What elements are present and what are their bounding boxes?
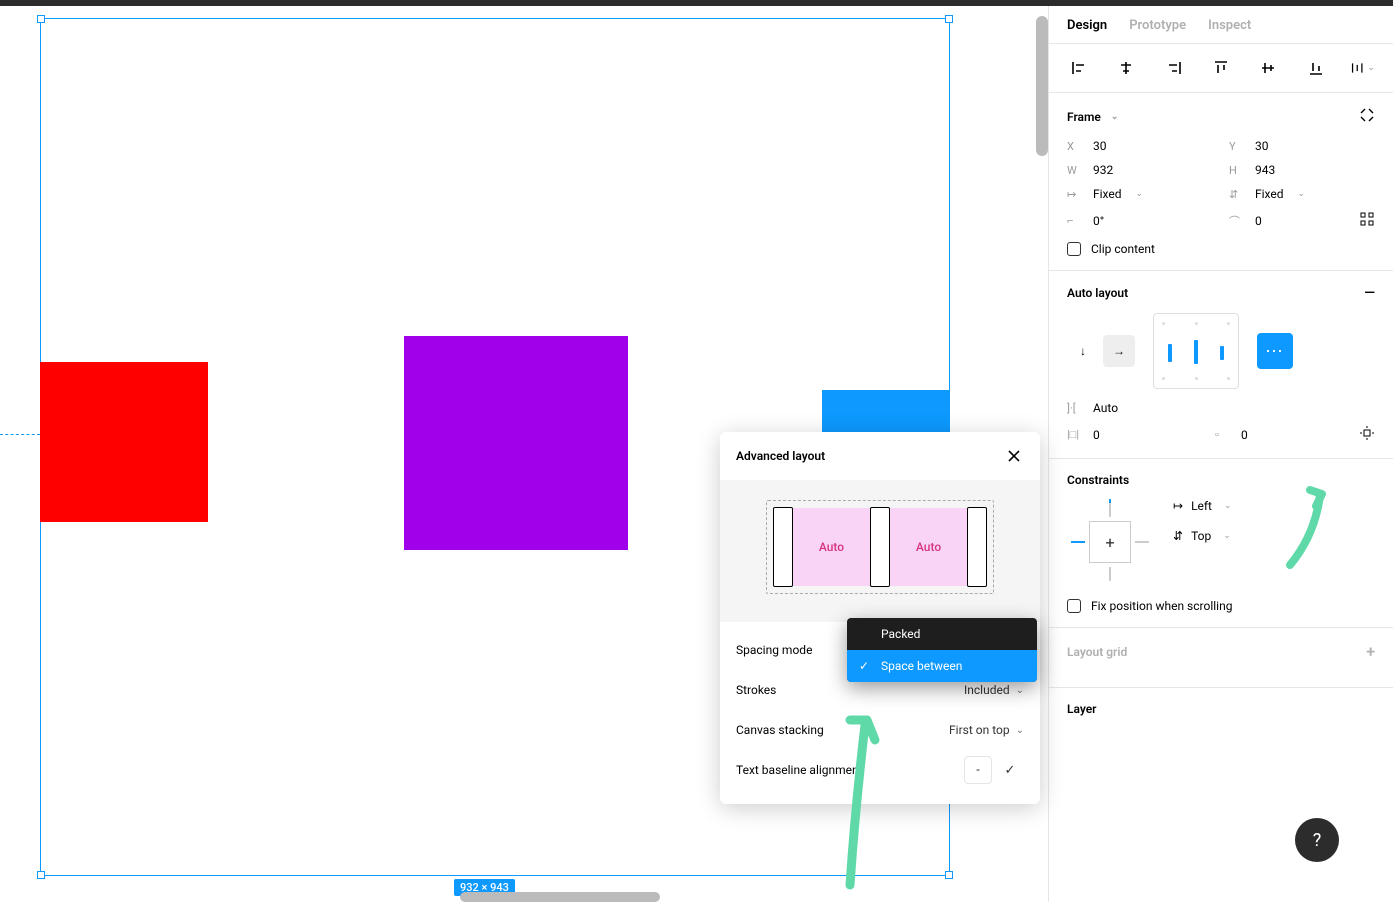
clip-content-row[interactable]: Clip content xyxy=(1067,242,1375,256)
padding-v-icon: ▫ xyxy=(1215,428,1231,441)
align-right-icon[interactable] xyxy=(1162,56,1186,80)
y-field[interactable]: Y30 xyxy=(1229,139,1375,153)
angle-icon: ⌐ xyxy=(1067,214,1083,227)
horizontal-icon: ↦ xyxy=(1173,499,1183,513)
preview-item xyxy=(773,507,793,587)
fix-position-label: Fix position when scrolling xyxy=(1091,599,1232,613)
close-icon[interactable] xyxy=(1004,446,1024,466)
canvas-scrollbar-h[interactable] xyxy=(460,892,660,902)
layer-title: Layer xyxy=(1067,702,1097,716)
radius-field[interactable]: ⌒0 xyxy=(1229,211,1375,230)
padding-v-field[interactable]: ▫0 xyxy=(1215,428,1315,442)
spacing-mode-label: Spacing mode xyxy=(736,643,812,657)
clip-content-checkbox[interactable] xyxy=(1067,242,1081,256)
independent-corners-icon[interactable] xyxy=(1359,211,1375,230)
shape-purple[interactable] xyxy=(404,336,628,550)
w-field[interactable]: W932 xyxy=(1067,163,1213,177)
text-baseline-row: Text baseline alignment - ✓ xyxy=(736,750,1024,790)
help-button[interactable]: ? xyxy=(1295,818,1339,862)
layout-grid-section: Layout grid + xyxy=(1049,628,1393,688)
vertical-resize-icon: ⇵ xyxy=(1229,188,1245,201)
spacing-mode-menu: Packed ✓ Space between xyxy=(847,618,1037,682)
preview-item xyxy=(870,507,890,587)
vertical-icon: ⇵ xyxy=(1173,529,1183,543)
vresize-field[interactable]: ⇵Fixed⌄ xyxy=(1229,187,1375,201)
canvas-scrollbar-v[interactable] xyxy=(1036,16,1048,156)
constraints-widget[interactable]: + xyxy=(1067,499,1153,585)
x-field[interactable]: X30 xyxy=(1067,139,1213,153)
h-field[interactable]: H943 xyxy=(1229,163,1375,177)
tab-prototype[interactable]: Prototype xyxy=(1129,18,1186,33)
padding-h-field[interactable]: |□|0 xyxy=(1067,428,1197,442)
resize-handle-tl[interactable] xyxy=(37,15,45,23)
spacing-field[interactable]: ]·[Auto xyxy=(1067,401,1197,415)
add-layout-grid-icon[interactable]: + xyxy=(1366,642,1375,661)
text-baseline-label: Text baseline alignment xyxy=(736,763,863,777)
resize-handle-br[interactable] xyxy=(945,871,953,879)
chevron-down-icon[interactable]: ⌄ xyxy=(1111,112,1119,122)
align-top-icon[interactable] xyxy=(1209,56,1233,80)
constraints-title: Constraints xyxy=(1067,473,1129,487)
clip-content-label: Clip content xyxy=(1091,242,1155,256)
shape-red[interactable] xyxy=(40,362,208,522)
layer-section: Layer xyxy=(1049,688,1393,742)
fix-position-checkbox[interactable] xyxy=(1067,599,1081,613)
spacing-mode-option-space-between[interactable]: ✓ Space between xyxy=(847,650,1037,682)
horizontal-resize-icon: ↦ xyxy=(1067,188,1083,201)
frame-title[interactable]: Frame xyxy=(1067,110,1101,124)
frame-section: Frame ⌄ X30 Y30 W932 H943 ↦Fixed⌄ ⇵Fixed⌄… xyxy=(1049,93,1393,271)
spacing-preview: Auto Auto xyxy=(720,480,1040,622)
canvas-stacking-row: Canvas stacking First on top⌄ xyxy=(736,710,1024,750)
align-vcenter-icon[interactable] xyxy=(1256,56,1280,80)
tab-inspect[interactable]: Inspect xyxy=(1208,18,1251,33)
padding-h-icon: |□| xyxy=(1067,428,1083,441)
distribute-icon[interactable]: ⌄ xyxy=(1351,56,1375,80)
alignment-controls: ⌄ xyxy=(1049,44,1393,93)
preview-gap: Auto xyxy=(793,508,870,586)
rotation-field[interactable]: ⌐0° xyxy=(1067,211,1213,230)
constraint-v-dropdown[interactable]: ⇵Top⌄ xyxy=(1173,529,1232,543)
preview-item xyxy=(967,507,987,587)
align-bottom-icon[interactable] xyxy=(1304,56,1328,80)
constraints-section: Constraints + ↦Left⌄ ⇵Top⌄ Fix position … xyxy=(1049,459,1393,628)
alignment-guide xyxy=(0,434,40,435)
preview-gap: Auto xyxy=(890,508,967,586)
text-baseline-on[interactable]: ✓ xyxy=(996,756,1024,784)
popup-title: Advanced layout xyxy=(736,449,825,463)
strokes-dropdown[interactable]: Included⌄ xyxy=(964,683,1024,697)
alignment-grid[interactable] xyxy=(1153,313,1239,389)
layout-grid-title: Layout grid xyxy=(1067,645,1127,659)
resize-to-fit-icon[interactable] xyxy=(1359,107,1375,127)
constraint-h-dropdown[interactable]: ↦Left⌄ xyxy=(1173,499,1232,513)
tab-design[interactable]: Design xyxy=(1067,18,1107,33)
align-hcenter-icon[interactable] xyxy=(1114,56,1138,80)
panel-tabs: Design Prototype Inspect xyxy=(1049,6,1393,44)
strokes-label: Strokes xyxy=(736,683,776,697)
fix-position-row[interactable]: Fix position when scrolling xyxy=(1067,599,1375,613)
check-icon: ✓ xyxy=(859,659,869,673)
canvas-stacking-dropdown[interactable]: First on top⌄ xyxy=(949,723,1024,737)
resize-handle-tr[interactable] xyxy=(945,15,953,23)
canvas-stacking-label: Canvas stacking xyxy=(736,723,824,737)
spacing-icon: ]·[ xyxy=(1067,402,1083,415)
auto-layout-section: Auto layout — ↓ → ⋯ ]·[Auto |□|0 ▫0 xyxy=(1049,271,1393,459)
spacing-mode-option-packed[interactable]: Packed xyxy=(847,618,1037,650)
text-baseline-off[interactable]: - xyxy=(964,756,992,784)
advanced-layout-button[interactable]: ⋯ xyxy=(1257,333,1293,369)
inspector-panel: Design Prototype Inspect ⌄ Frame ⌄ X30 Y3… xyxy=(1048,6,1393,902)
auto-layout-title: Auto layout xyxy=(1067,286,1128,300)
remove-auto-layout-icon[interactable]: — xyxy=(1364,285,1375,301)
hresize-field[interactable]: ↦Fixed⌄ xyxy=(1067,187,1213,201)
direction-vertical-icon[interactable]: ↓ xyxy=(1067,335,1099,367)
align-left-icon[interactable] xyxy=(1067,56,1091,80)
independent-padding-icon[interactable] xyxy=(1359,425,1375,444)
direction-horizontal-icon[interactable]: → xyxy=(1103,335,1135,367)
resize-handle-bl[interactable] xyxy=(37,871,45,879)
corner-radius-icon: ⌒ xyxy=(1229,213,1245,229)
